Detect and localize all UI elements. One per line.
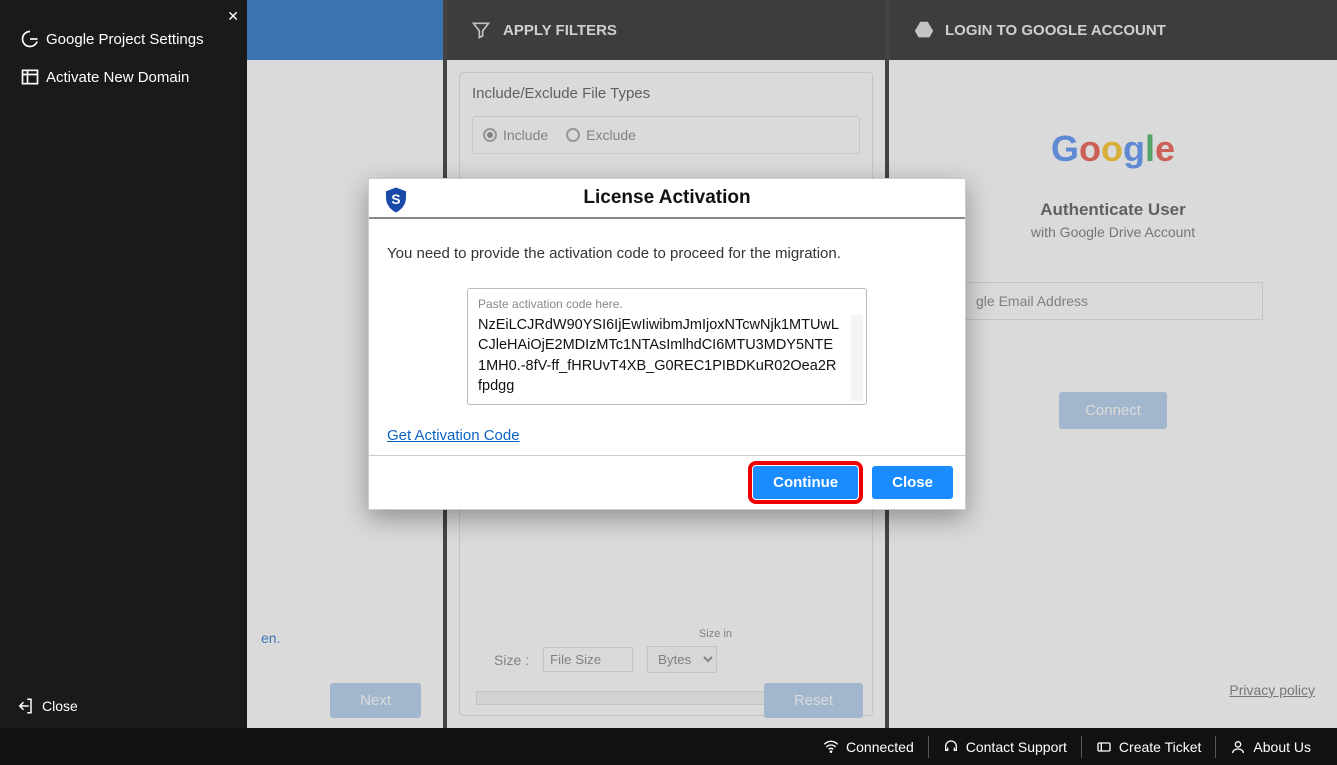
status-about-us[interactable]: About Us	[1215, 736, 1325, 758]
email-field[interactable]	[963, 282, 1263, 320]
status-create-ticket[interactable]: Create Ticket	[1081, 736, 1215, 758]
domain-icon	[20, 67, 46, 87]
ticket-icon	[1096, 739, 1112, 755]
wifi-icon	[823, 739, 839, 755]
svg-text:S: S	[391, 192, 400, 207]
panel-source-header	[247, 0, 443, 60]
activation-code-input[interactable]: NzEiLCJRdW90YSI6IjEwIiwibmJmIjoxNTcwNjk1…	[478, 315, 856, 396]
radio-exclude[interactable]: Exclude	[566, 127, 636, 143]
auth-user-sub: with Google Drive Account	[1031, 224, 1195, 240]
panel-filters-header: APPLY FILTERS	[447, 0, 885, 60]
filters-section-title: Include/Exclude File Types	[472, 85, 860, 102]
reset-button[interactable]: Reset	[764, 683, 863, 718]
activation-code-box: Paste activation code here. NzEiLCJRdW90…	[467, 288, 867, 405]
size-input[interactable]	[543, 647, 633, 672]
size-label: Size :	[494, 652, 529, 668]
panel-login-title: LOGIN TO GOOGLE ACCOUNT	[945, 22, 1166, 39]
radio-include[interactable]: Include	[483, 127, 548, 143]
filter-icon	[471, 20, 503, 40]
panel-login-header: LOGIN TO GOOGLE ACCOUNT	[889, 0, 1337, 60]
sidebar-close-icon[interactable]: ✕	[227, 8, 239, 25]
google-g-icon	[20, 29, 46, 49]
size-unit-select[interactable]: Bytes	[647, 646, 717, 673]
license-activation-modal: S License Activation You need to provide…	[368, 178, 966, 510]
status-bar: Connected Contact Support Create Ticket …	[0, 728, 1337, 765]
person-icon	[1230, 739, 1246, 755]
auth-user-title: Authenticate User	[1040, 200, 1185, 220]
panel-filters-title: APPLY FILTERS	[503, 22, 617, 39]
connect-button[interactable]: Connect	[1059, 392, 1167, 429]
status-contact-support[interactable]: Contact Support	[928, 736, 1081, 758]
sidebar-close-label: Close	[42, 698, 78, 714]
modal-title: License Activation	[583, 187, 750, 209]
code-scrollbar[interactable]	[851, 315, 863, 401]
google-logo: Google	[1051, 128, 1175, 170]
headset-icon	[943, 739, 959, 755]
close-button[interactable]: Close	[872, 466, 953, 499]
sidebar-item-label: Google Project Settings	[46, 31, 204, 48]
status-connected: Connected	[809, 736, 928, 758]
source-note: en.	[261, 630, 280, 646]
sidebar-item-google-project-settings[interactable]: Google Project Settings	[0, 20, 247, 58]
sidebar: ✕ Google Project Settings Activate New D…	[0, 0, 247, 765]
get-activation-code-link[interactable]: Get Activation Code	[387, 427, 520, 444]
modal-instruction: You need to provide the activation code …	[387, 245, 947, 262]
sidebar-item-activate-new-domain[interactable]: Activate New Domain	[0, 58, 247, 96]
shield-icon: S	[381, 185, 411, 215]
drive-icon	[913, 19, 945, 41]
sidebar-close-button[interactable]: Close	[0, 689, 247, 723]
size-in-label: Size in	[699, 628, 732, 640]
next-button[interactable]: Next	[330, 683, 421, 718]
sidebar-item-label: Activate New Domain	[46, 69, 189, 86]
activation-code-label: Paste activation code here.	[478, 297, 856, 311]
exit-icon	[16, 697, 42, 715]
privacy-policy-link[interactable]: Privacy policy	[1229, 682, 1315, 698]
continue-button[interactable]: Continue	[753, 466, 858, 499]
